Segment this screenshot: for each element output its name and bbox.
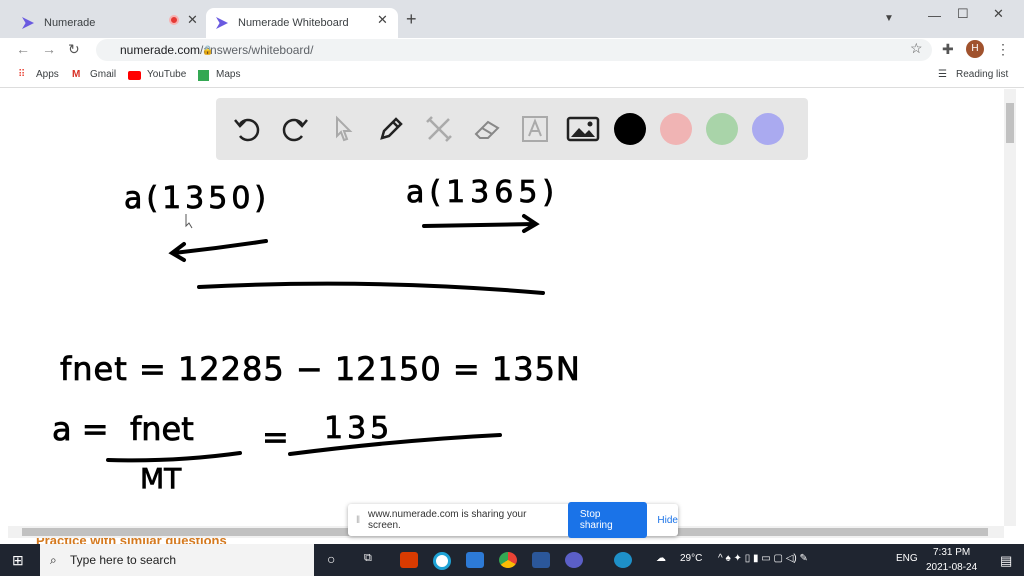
ink-a1350: a(1350) xyxy=(124,181,270,216)
tools-icon[interactable] xyxy=(422,112,456,146)
search-icon: ⌕ xyxy=(50,552,57,567)
ink-fnet: fnet xyxy=(130,410,194,448)
ink-fraction-bar xyxy=(106,451,242,463)
undo-icon[interactable] xyxy=(230,112,264,146)
language-indicator[interactable]: ENG xyxy=(896,553,918,564)
ink-right-arrow xyxy=(422,214,540,233)
ink-a-equals: a = xyxy=(52,410,109,448)
color-black[interactable] xyxy=(614,113,646,145)
mouse-cursor-icon xyxy=(185,214,193,229)
taskbar: ⊞ ⌕ Type here to search ○ ⧉ ☁ 29°C ^ ♠ ✦ … xyxy=(0,544,1024,576)
ink-equals: = xyxy=(262,418,289,456)
redo-icon[interactable] xyxy=(278,112,312,146)
chrome-icon[interactable] xyxy=(499,552,517,568)
taskbar-search-input[interactable]: ⌕ Type here to search xyxy=(40,544,314,576)
screen-share-bar: ‖ www.numerade.com is sharing your scree… xyxy=(348,502,678,538)
drag-handle-icon[interactable]: ‖ xyxy=(356,515,360,526)
weather-temp[interactable]: 29°C xyxy=(680,553,702,564)
photos-icon[interactable] xyxy=(466,552,484,568)
whiteboard-app-icon[interactable] xyxy=(433,552,451,570)
teams-icon[interactable] xyxy=(565,552,583,568)
image-icon[interactable] xyxy=(566,112,600,146)
clock-time[interactable]: 7:31 PM xyxy=(933,547,970,558)
color-green[interactable] xyxy=(706,113,738,145)
clock-date[interactable]: 2021-08-24 xyxy=(926,562,977,573)
eraser-icon[interactable] xyxy=(470,112,504,146)
pen-icon[interactable] xyxy=(374,112,408,146)
handwriting-layer: a(1350) a(1365) fnet = 12285 − 12150 = 1… xyxy=(52,175,581,496)
share-message: www.numerade.com is sharing your screen. xyxy=(368,509,527,531)
cortana-icon[interactable]: ○ xyxy=(327,551,335,567)
vertical-scrollbar[interactable] xyxy=(1004,89,1016,526)
color-purple[interactable] xyxy=(752,113,784,145)
ink-a1365: a(1365) xyxy=(406,175,559,210)
notifications-icon[interactable]: ▤ xyxy=(1000,553,1012,569)
help-icon[interactable] xyxy=(614,552,632,568)
text-icon[interactable] xyxy=(518,112,552,146)
ink-mt: MT xyxy=(140,462,182,495)
hide-button[interactable]: Hide xyxy=(657,515,678,526)
tray-icons[interactable]: ^ ♠ ✦ ▯ ▮ ▭ ▢ ◁) ✎ xyxy=(718,553,808,564)
color-pink[interactable] xyxy=(660,113,692,145)
ink-fnet-equation: fnet = 12285 − 12150 = 135N xyxy=(60,350,581,388)
stop-sharing-button[interactable]: Stop sharing xyxy=(567,502,648,538)
ink-long-line xyxy=(197,281,545,295)
weather-icon: ☁ xyxy=(656,553,666,564)
ink-135: 135 xyxy=(324,411,393,446)
ink-left-arrow xyxy=(168,239,268,262)
task-view-icon[interactable]: ⧉ xyxy=(364,552,372,565)
cursor-icon[interactable] xyxy=(326,112,360,146)
ink-fraction-bar-2 xyxy=(288,433,502,456)
windows-start-icon[interactable]: ⊞ xyxy=(12,552,24,569)
word-icon[interactable] xyxy=(532,552,550,568)
office-icon[interactable] xyxy=(400,552,418,568)
whiteboard-toolbar xyxy=(216,98,808,160)
